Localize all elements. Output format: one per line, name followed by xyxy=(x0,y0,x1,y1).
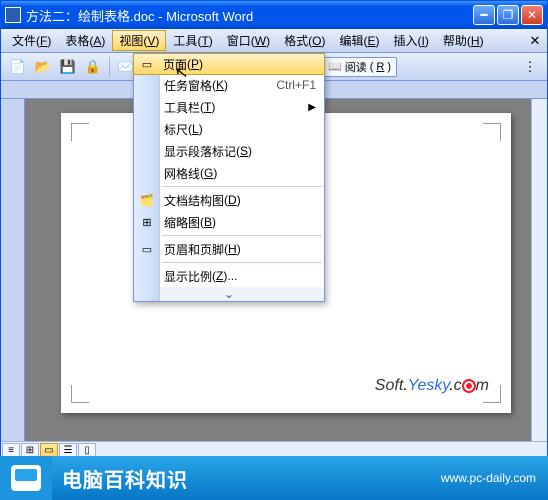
monitor-icon xyxy=(11,465,41,491)
window-title: 方法二：绘制表格.doc - Microsoft Word xyxy=(26,6,473,25)
menu-table[interactable]: 表格(A) xyxy=(58,30,112,51)
menu-file[interactable]: 文件(F) xyxy=(5,30,58,51)
save-button[interactable]: 💾 xyxy=(57,56,79,78)
menu-window[interactable]: 窗口(W) xyxy=(220,30,277,51)
toolbar-options-button[interactable]: ⋮ xyxy=(519,56,541,78)
menu-help[interactable]: 帮助(H) xyxy=(436,30,491,51)
titlebar: 方法二：绘制表格.doc - Microsoft Word ━ ❐ ✕ xyxy=(1,1,547,29)
vertical-ruler[interactable] xyxy=(1,99,25,441)
menu-item-zoom[interactable]: 显示比例(Z)... xyxy=(134,265,324,287)
menu-insert[interactable]: 插入(I) xyxy=(387,30,436,51)
banner-url: www.pc-daily.com xyxy=(441,471,536,485)
menu-item-thumbnails[interactable]: ⊞ 缩略图(B) xyxy=(134,211,324,233)
view-menu-dropdown: ▭ 页面(P) 任务窗格(K) Ctrl+F1 工具栏(T) ▶ 标尺(L) 显… xyxy=(133,53,325,302)
site-banner: 电脑百科知识 www.pc-daily.com xyxy=(0,456,548,500)
menu-item-show-paragraph-marks[interactable]: 显示段落标记(S) xyxy=(134,140,324,162)
menu-item-toolbars[interactable]: 工具栏(T) ▶ xyxy=(134,96,324,118)
banner-title: 电脑百科知识 xyxy=(62,464,188,493)
margin-corner-icon xyxy=(483,123,501,141)
app-window: 方法二：绘制表格.doc - Microsoft Word ━ ❐ ✕ 文件(F… xyxy=(0,0,548,460)
word-app-icon xyxy=(5,7,21,23)
open-button[interactable]: 📂 xyxy=(32,56,54,78)
menu-item-task-pane[interactable]: 任务窗格(K) Ctrl+F1 xyxy=(134,74,324,96)
margin-corner-icon xyxy=(71,385,89,403)
reading-layout-button[interactable]: 📖 阅读(R) xyxy=(322,57,397,77)
margin-corner-icon xyxy=(71,123,89,141)
new-doc-button[interactable]: 📄 xyxy=(7,56,29,78)
close-document-button[interactable]: ✕ xyxy=(527,33,543,49)
minimize-button[interactable]: ━ xyxy=(473,5,495,25)
toolbar-separator xyxy=(109,57,110,77)
menu-edit[interactable]: 编辑(E) xyxy=(332,30,386,51)
menu-expand-button[interactable] xyxy=(134,287,324,301)
menu-item-gridlines[interactable]: 网格线(G) xyxy=(134,162,324,184)
permission-button[interactable]: 🔒 xyxy=(82,56,104,78)
watermark-text: Soft.Yesky.cm xyxy=(375,377,489,395)
banner-icon-box xyxy=(0,456,52,500)
menubar: 文件(F) 表格(A) 视图(V) 工具(T) 窗口(W) 格式(O) 编辑(E… xyxy=(1,29,547,53)
window-controls: ━ ❐ ✕ xyxy=(473,5,543,25)
menu-item-page-layout[interactable]: ▭ 页面(P) xyxy=(133,53,325,75)
watermark-globe-icon xyxy=(462,379,476,393)
menu-separator xyxy=(162,262,322,263)
thumbnails-icon: ⊞ xyxy=(139,214,155,230)
submenu-arrow-icon: ▶ xyxy=(308,102,316,113)
doc-map-icon: 🗂️ xyxy=(139,192,155,208)
close-button[interactable]: ✕ xyxy=(521,5,543,25)
menu-separator xyxy=(162,235,322,236)
vertical-scrollbar[interactable] xyxy=(531,99,547,441)
menu-tools[interactable]: 工具(T) xyxy=(166,30,219,51)
header-footer-icon: ▭ xyxy=(139,241,155,257)
menu-item-ruler[interactable]: 标尺(L) xyxy=(134,118,324,140)
menu-item-header-footer[interactable]: ▭ 页眉和页脚(H) xyxy=(134,238,324,260)
menu-format[interactable]: 格式(O) xyxy=(277,30,332,51)
page-layout-icon: ▭ xyxy=(139,56,155,72)
maximize-button[interactable]: ❐ xyxy=(497,5,519,25)
menu-separator xyxy=(162,186,322,187)
menu-view[interactable]: 视图(V) xyxy=(112,30,166,51)
mouse-cursor-icon: ↖ xyxy=(174,62,190,84)
menu-item-document-map[interactable]: 🗂️ 文档结构图(D) xyxy=(134,189,324,211)
